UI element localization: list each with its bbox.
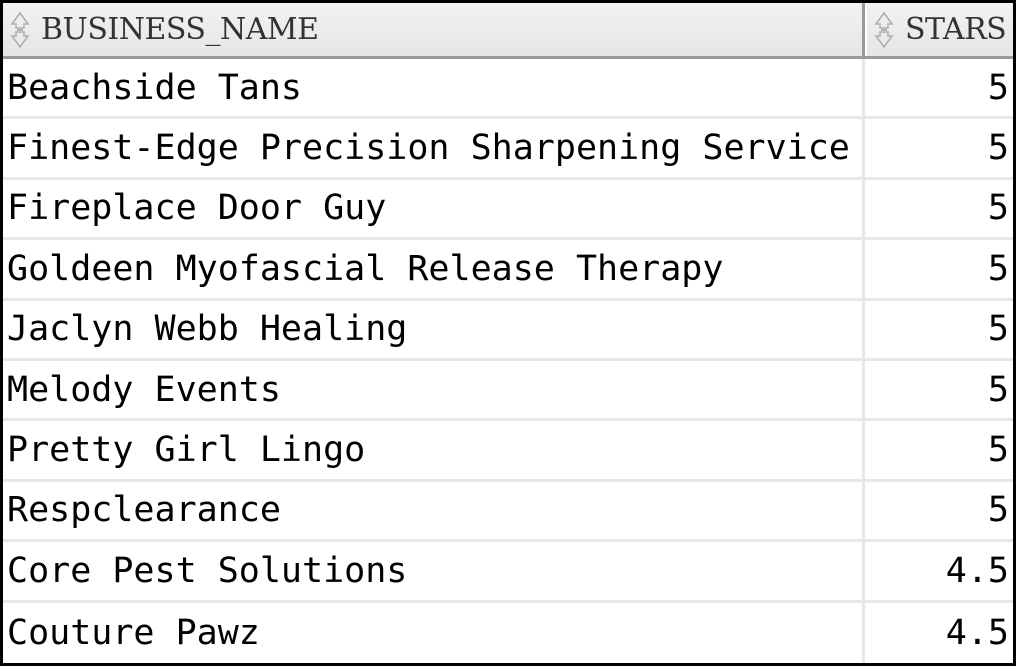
table-row[interactable]: Core Pest Solutions 4.5	[3, 542, 1013, 603]
stars-cell[interactable]: 5	[865, 301, 1013, 358]
table-row[interactable]: Melody Events 5	[3, 360, 1013, 422]
stars-cell[interactable]: 4.5	[865, 542, 1013, 599]
table-row[interactable]: Goldeen Myofascial Release Therapy 5	[3, 240, 1013, 301]
column-header-label: STARS	[905, 12, 1007, 47]
table-row[interactable]: Finest-Edge Precision Sharpening Service…	[3, 119, 1013, 180]
stars-cell[interactable]: 5	[865, 482, 1013, 539]
business-name-cell[interactable]: Beachside Tans	[3, 59, 865, 117]
grid-header: BUSINESS_NAME STARS	[3, 3, 1013, 59]
stars-cell[interactable]: 5	[865, 119, 1013, 176]
column-header-stars[interactable]: STARS	[865, 3, 1013, 56]
business-name-cell[interactable]: Jaclyn Webb Healing	[3, 300, 865, 358]
sort-updown-icon[interactable]	[7, 10, 33, 50]
column-header-business-name[interactable]: BUSINESS_NAME	[3, 3, 865, 56]
business-name-cell[interactable]: Pretty Girl Lingo	[3, 421, 865, 479]
table-row[interactable]: Couture Pawz 4.5	[3, 602, 1013, 663]
table-row[interactable]: Beachside Tans 5	[3, 59, 1013, 120]
column-header-label: BUSINESS_NAME	[41, 12, 319, 47]
stars-cell[interactable]: 5	[865, 421, 1013, 478]
grid-body: Beachside Tans 5 Finest-Edge Precision S…	[3, 59, 1013, 663]
results-grid: BUSINESS_NAME STARS Beachside Tans 5 Fin…	[0, 0, 1016, 666]
stars-cell[interactable]: 5	[865, 180, 1013, 237]
table-row[interactable]: Fireplace Door Guy 5	[3, 179, 1013, 241]
stars-cell[interactable]: 4.5	[865, 603, 1013, 663]
business-name-cell[interactable]: Fireplace Door Guy	[3, 179, 865, 238]
business-name-cell[interactable]: Goldeen Myofascial Release Therapy	[3, 240, 865, 298]
stars-cell[interactable]: 5	[865, 361, 1013, 418]
stars-cell[interactable]: 5	[865, 59, 1013, 116]
business-name-cell[interactable]: Respclearance	[3, 481, 865, 540]
business-name-cell[interactable]: Finest-Edge Precision Sharpening Service	[3, 119, 865, 177]
business-name-cell[interactable]: Melody Events	[3, 360, 865, 419]
business-name-cell[interactable]: Core Pest Solutions	[3, 542, 865, 600]
table-row[interactable]: Pretty Girl Lingo 5	[3, 421, 1013, 482]
table-row[interactable]: Jaclyn Webb Healing 5	[3, 300, 1013, 361]
table-row[interactable]: Respclearance 5	[3, 481, 1013, 543]
business-name-cell[interactable]: Couture Pawz	[3, 602, 865, 663]
sort-updown-icon[interactable]	[871, 10, 897, 50]
stars-cell[interactable]: 5	[865, 240, 1013, 297]
